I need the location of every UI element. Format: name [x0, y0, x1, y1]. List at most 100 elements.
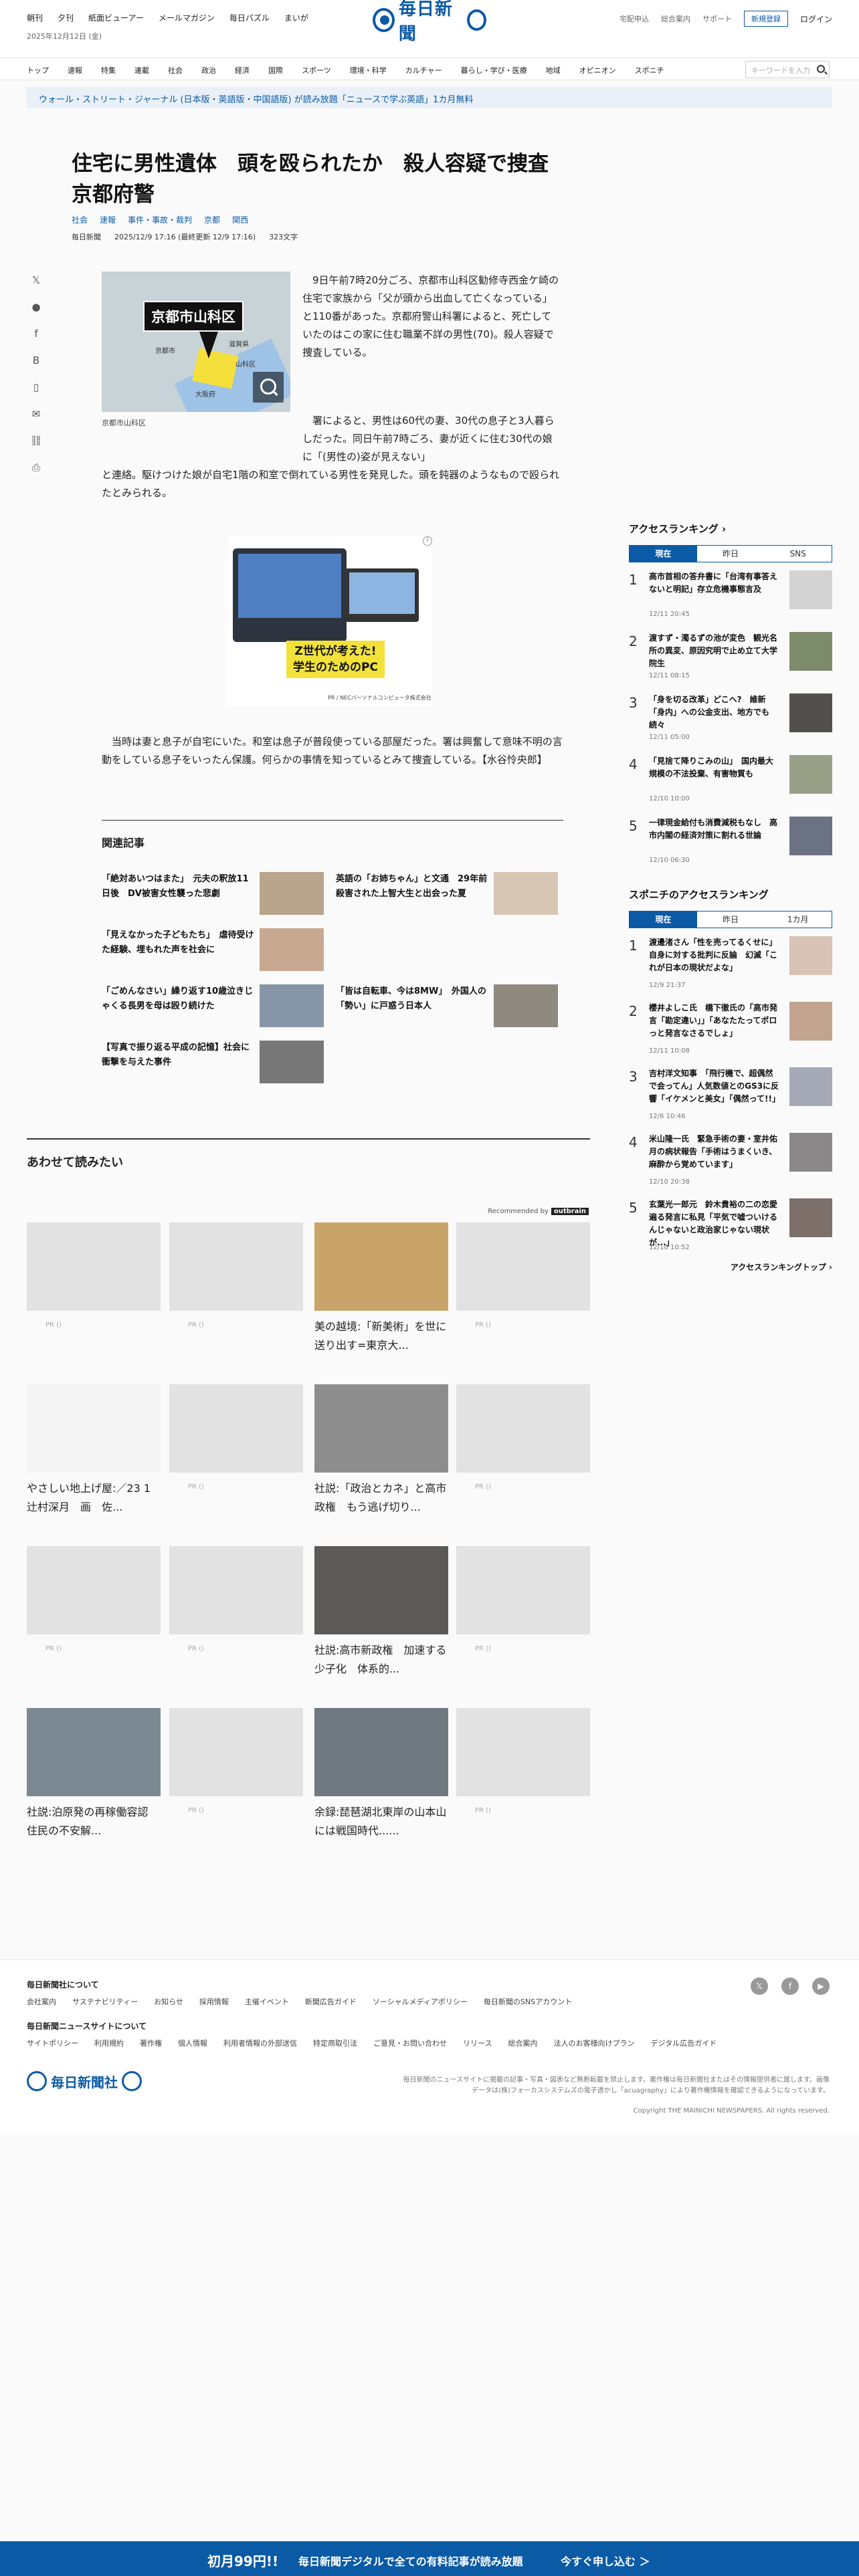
recommended-card[interactable]: 社説:「政治とカネ」と高市政権 もう逃げ切り...: [314, 1384, 448, 1538]
recommended-card[interactable]: やさしい地上げ屋:／23 1 辻村深月 画 佐...: [27, 1384, 161, 1538]
category-link[interactable]: スポニチ: [635, 65, 664, 76]
print-icon[interactable]: ⎙: [29, 461, 43, 475]
sponichi-item[interactable]: 5 玄葉光一郎元 鈴木貴裕の二の恋愛遍る発言に私見「平気で嘘ついけるんじゃないと政…: [629, 1190, 832, 1256]
footer-link[interactable]: お知らせ: [154, 1996, 183, 2007]
footer-link[interactable]: 個人情報: [178, 2038, 207, 2048]
related-item[interactable]: 「見えなかった子どもたち」 虐待受けた経験、埋もれた声を社会に: [102, 928, 329, 975]
pr-card[interactable]: PR (): [27, 1546, 161, 1700]
top-link[interactable]: 紙面ビューアー: [88, 12, 144, 23]
facebook-icon[interactable]: f: [781, 1977, 799, 1995]
category-link[interactable]: カルチャー: [405, 65, 442, 76]
top-link[interactable]: 朝刊: [27, 12, 43, 23]
header-link[interactable]: サポート: [702, 13, 732, 24]
header-link[interactable]: 宅配申込: [619, 13, 649, 24]
category-link[interactable]: 特集: [101, 65, 116, 76]
footer-link[interactable]: 法人のお客様向けプラン: [553, 2038, 634, 2048]
related-item[interactable]: 「ごめんなさい」繰り返す10歳泣きじゃくる長男を母は殴り続けた: [102, 984, 329, 1031]
article-photo[interactable]: 京都市山科区 京都市 滋賀県 山科区 大阪府: [102, 272, 290, 412]
footer-link[interactable]: 利用者情報の外部送信: [223, 2038, 297, 2048]
pr-card[interactable]: PR (): [169, 1222, 303, 1376]
related-item[interactable]: 「皆は自転車、今は8MW」 外国人の「勢い」に戸惑う日本人: [336, 984, 563, 1031]
footer-link[interactable]: サステナビリティー: [72, 1996, 138, 2007]
subscribe-bar[interactable]: 初月99円!! 毎日新聞デジタルで全ての有料記事が読み放題 今すぐ申し込む ＞: [0, 2541, 859, 2576]
category-link[interactable]: 地域: [546, 65, 561, 76]
category-link[interactable]: 速報: [68, 65, 82, 76]
recommended-card[interactable]: 余録:琵琶湖北東岸の山本山には戦国時代......: [314, 1708, 448, 1862]
category-link[interactable]: 政治: [201, 65, 216, 76]
recommended-card[interactable]: 社説:泊原発の再稼働容認 住民の不安解...: [27, 1708, 161, 1862]
footer-link[interactable]: 新聞広告ガイド: [305, 1996, 357, 2007]
footer-link[interactable]: 毎日新聞のSNSアカウント: [484, 1996, 572, 2007]
sponichi-item[interactable]: 1 渡邊渚さん「性を売ってるくせに」自身に対する批判に反論 幻滅「これが日本の現状…: [629, 928, 832, 994]
ranking-more-link[interactable]: アクセスランキングトップ ›: [629, 1261, 832, 1273]
site-logo[interactable]: 毎日新聞: [373, 0, 486, 44]
footer-link[interactable]: 会社案内: [27, 1996, 56, 2007]
x-icon[interactable]: 𝕏: [751, 1977, 768, 1995]
tag-link[interactable]: 速報: [100, 214, 116, 225]
ranking-item[interactable]: 4 「見捨て降りこみの山」 国内最大規模の不法投棄、有害物質も 12/10 10:0…: [629, 747, 832, 809]
footer-link[interactable]: デジタル広告ガイド: [650, 2038, 717, 2048]
tab-now[interactable]: 現在: [630, 911, 697, 928]
sponichi-item[interactable]: 4 米山隆一氏 緊急手術の妻・室井佑月の病状報告「手術はうまくいき、麻酔から覚めて…: [629, 1125, 832, 1190]
promo-banner[interactable]: ウォール・ストリート・ジャーナル (日本版・英語版・中国語版) が読み放題「ニュ…: [27, 87, 832, 108]
hatena-share-icon[interactable]: B: [29, 354, 43, 368]
pr-card[interactable]: PR (): [169, 1546, 303, 1700]
tag-link[interactable]: 関西: [232, 214, 248, 225]
footer-link[interactable]: 主催イベント: [245, 1996, 289, 2007]
recommended-card[interactable]: 美の越境:「新美術」を世に送り出す=東京大...: [314, 1222, 448, 1376]
category-link[interactable]: 暮らし・学び・医療: [461, 65, 527, 76]
ranking-item[interactable]: 5 一律現金給付も消費減税もなし 高市内閣の経済対策に割れる世論 12/10 06:…: [629, 809, 832, 870]
tab-yesterday[interactable]: 昨日: [696, 546, 765, 562]
footer-link[interactable]: 利用規約: [94, 2038, 124, 2048]
outbrain-credit[interactable]: Recommended by outbrain: [488, 1208, 589, 1215]
category-link[interactable]: オピニオン: [579, 65, 616, 76]
ranking-item[interactable]: 3 「身を切る改革」どこへ? 維新「身内」への公金支出、地方でも続々 12/11 0…: [629, 685, 832, 747]
inline-ad[interactable]: i Z世代が考えた! 学生のためのPC PR / NECパーソナルコンピュータ株…: [227, 536, 432, 706]
pr-card[interactable]: PR (): [169, 1708, 303, 1862]
related-item[interactable]: 「絶対あいつはまた」 元夫の釈放11日後 DV被害女性襲った悲劇: [102, 872, 329, 919]
footer-logo[interactable]: 毎日新聞社: [27, 2071, 142, 2091]
recommended-card[interactable]: 社説:高市新政権 加速する少子化 体系的...: [314, 1546, 448, 1700]
category-link[interactable]: 国際: [268, 65, 283, 76]
footer-link[interactable]: サイトポリシー: [27, 2038, 78, 2048]
pr-card[interactable]: PR (): [456, 1708, 590, 1862]
top-link[interactable]: 夕刊: [58, 12, 74, 23]
ranking-title[interactable]: アクセスランキング ›: [629, 522, 832, 536]
bookmark-icon[interactable]: ▯: [29, 381, 43, 395]
sponichi-item[interactable]: 2 櫻井よしこ氏 橋下徹氏の「高市発言「勘定違い」」「あなたたってポロっと発言なさ…: [629, 994, 832, 1059]
link-copy-icon[interactable]: ⛓: [29, 435, 43, 448]
tag-link[interactable]: 事件・事故・裁判: [128, 214, 192, 225]
youtube-icon[interactable]: ▶: [812, 1977, 830, 1995]
related-item[interactable]: 英語の「お姉ちゃん」と文通 29年前殺害された上智大生と出会った夏: [336, 872, 563, 919]
tab-now[interactable]: 現在: [630, 546, 697, 562]
category-link[interactable]: トップ: [27, 65, 49, 76]
tab-month[interactable]: 1カ月: [764, 911, 832, 928]
category-link[interactable]: 連載: [134, 65, 149, 76]
pr-card[interactable]: PR (): [456, 1384, 590, 1538]
tag-link[interactable]: 社会: [72, 214, 88, 225]
facebook-share-icon[interactable]: f: [29, 328, 43, 341]
related-item[interactable]: 【写真で振り返る平成の記憶】社会に衝撃を与えた事件: [102, 1041, 329, 1087]
ad-info-icon[interactable]: i: [423, 536, 432, 546]
mail-share-icon[interactable]: ✉: [29, 408, 43, 421]
sponichi-item[interactable]: 3 吉村洋文知事 「飛行機で、超偶然で会ってん」人気数値とのGS3に反響「イケメン…: [629, 1059, 832, 1125]
pr-card[interactable]: PR (): [456, 1546, 590, 1700]
pr-card[interactable]: PR (): [456, 1222, 590, 1376]
footer-link[interactable]: 特定商取引法: [313, 2038, 357, 2048]
footer-link[interactable]: 著作権: [140, 2038, 162, 2048]
ranking-item[interactable]: 2 渡すず・濁るずの池が変色 観光名所の異変、原因究明で止め立て大学院生 12/11…: [629, 624, 832, 685]
footer-link[interactable]: ご意見・お問い合わせ: [373, 2038, 447, 2048]
comment-icon[interactable]: ●: [29, 301, 43, 314]
pr-card[interactable]: PR (): [169, 1384, 303, 1538]
search-input[interactable]: キーワードを入力: [745, 61, 830, 78]
header-link[interactable]: 総合案内: [661, 13, 690, 24]
category-link[interactable]: 環境・科学: [350, 65, 387, 76]
tag-link[interactable]: 京都: [204, 214, 220, 225]
footer-link[interactable]: 採用情報: [199, 1996, 229, 2007]
x-share-icon[interactable]: 𝕏: [29, 274, 43, 288]
tab-sns[interactable]: SNS: [764, 546, 832, 562]
footer-link[interactable]: リリース: [463, 2038, 492, 2048]
top-link[interactable]: メールマガジン: [159, 12, 215, 23]
ranking-item[interactable]: 1 高市首相の答弁書に「台湾有事答えないと明記」存立危機事態言及 12/11 20:…: [629, 562, 832, 624]
search-icon[interactable]: [817, 65, 825, 73]
